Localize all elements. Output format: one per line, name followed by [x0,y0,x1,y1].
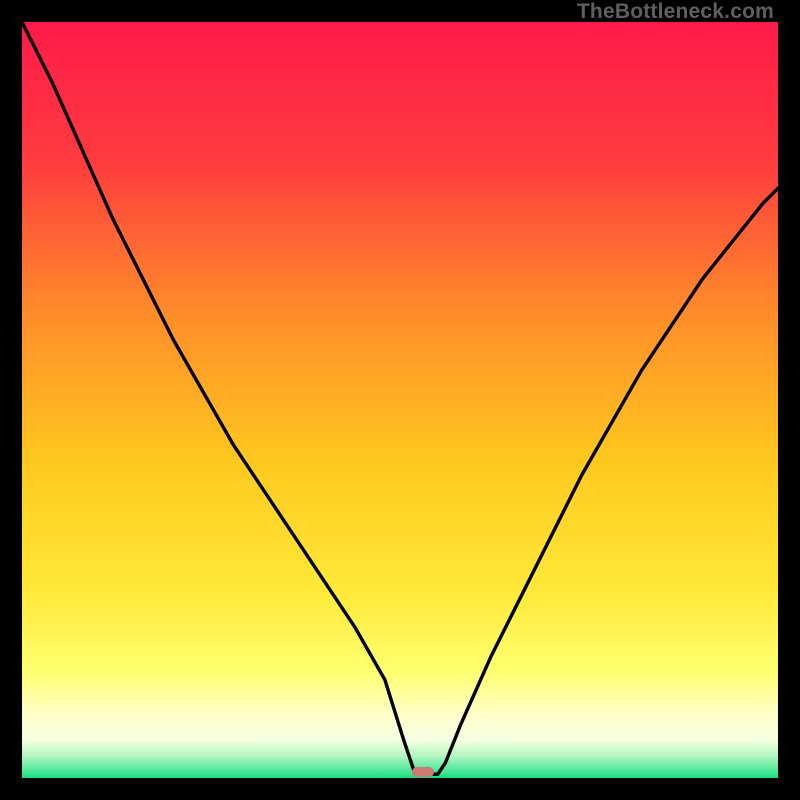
watermark-text: TheBottleneck.com [577,0,774,24]
bottleneck-curve [22,22,778,778]
optimum-marker [412,767,434,777]
chart-frame [22,22,778,778]
